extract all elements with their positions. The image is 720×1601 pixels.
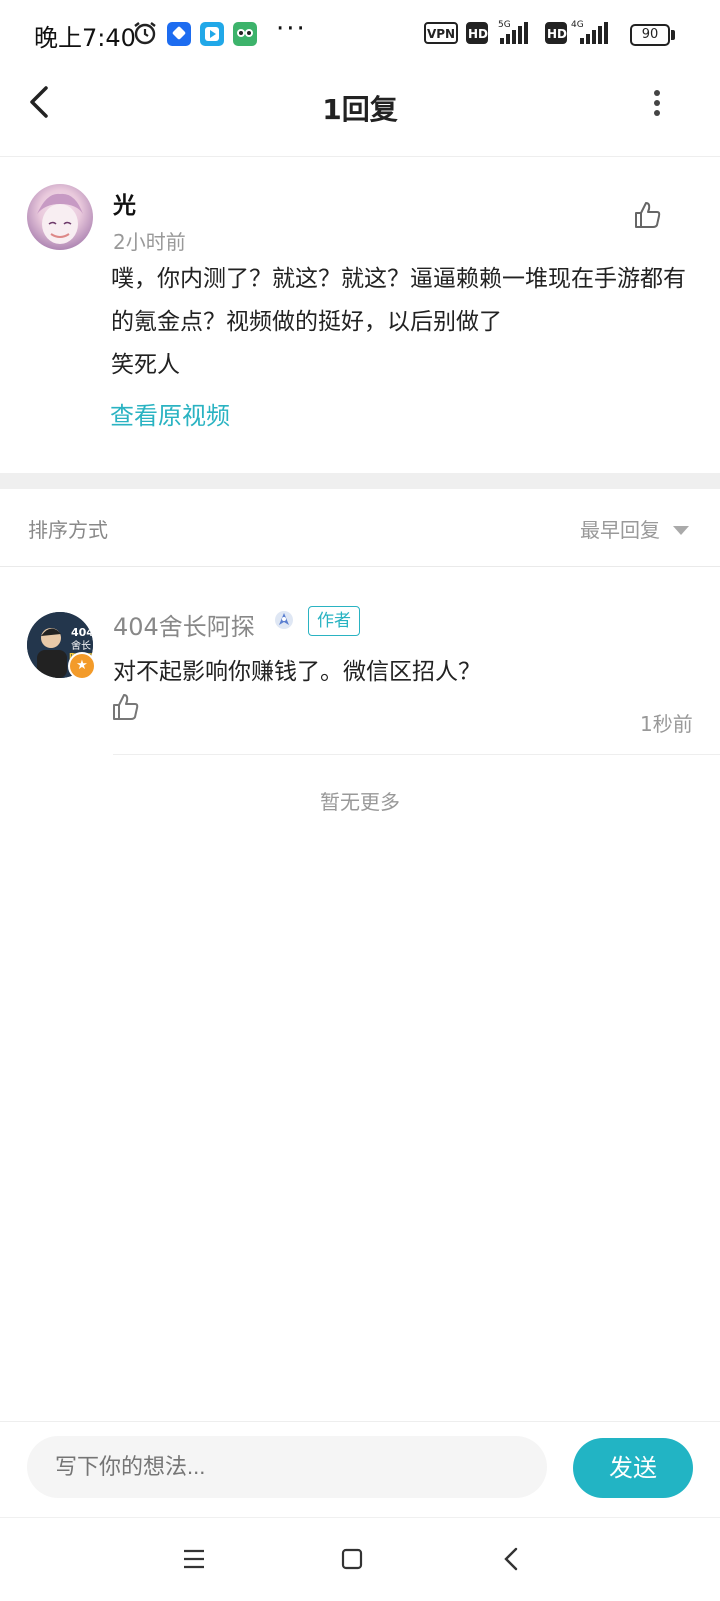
reply-time: 1秒前 bbox=[640, 712, 693, 736]
comment-text: 噗，你内测了？就这？就这？逼逼赖赖一堆现在手游都有的氪金点？视频做的挺好，以后别… bbox=[111, 258, 691, 387]
sort-selector[interactable]: 最早回复 bbox=[580, 514, 660, 543]
dropdown-arrow-icon[interactable] bbox=[673, 526, 689, 535]
hd-badge: HD bbox=[545, 22, 567, 44]
thumbs-up-icon[interactable] bbox=[110, 692, 140, 722]
back-nav-icon[interactable] bbox=[500, 1546, 524, 1572]
input-bar: 发送 bbox=[0, 1421, 720, 1518]
vpn-badge: VPN bbox=[424, 22, 458, 44]
sort-label: 排序方式 bbox=[28, 518, 108, 542]
battery-icon: 90 bbox=[630, 24, 670, 46]
reply-username[interactable]: 404舍长阿探 bbox=[113, 607, 255, 642]
verified-star-badge: ★ bbox=[68, 652, 96, 680]
system-nav-bar bbox=[0, 1517, 720, 1601]
section-divider bbox=[0, 473, 720, 489]
menu-icon[interactable] bbox=[182, 1548, 206, 1570]
svg-text:404: 404 bbox=[71, 626, 93, 639]
svg-text:舍长: 舍长 bbox=[71, 639, 91, 652]
status-bar: 晚上7:40 ··· VPN HD 5G HD 4G 90 bbox=[0, 0, 720, 70]
status-more: ··· bbox=[276, 14, 307, 44]
blue-app-icon bbox=[167, 22, 191, 46]
comment-username[interactable]: 光 bbox=[113, 186, 136, 220]
comment-time: 2小时前 bbox=[113, 230, 186, 254]
view-original-video-link[interactable]: 查看原视频 bbox=[110, 396, 230, 431]
cartoon-app-icon bbox=[233, 22, 257, 46]
send-button[interactable]: 发送 bbox=[573, 1438, 693, 1498]
reply-separator bbox=[113, 754, 720, 755]
page-title: 1回复 bbox=[322, 93, 398, 126]
avatar[interactable] bbox=[27, 184, 93, 250]
author-tag: 作者 bbox=[308, 606, 360, 636]
alarm-icon bbox=[134, 22, 156, 45]
comment-text-line: 噗，你内测了？就这？就这？逼逼赖赖一堆现在手游都有的氪金点？视频做的挺好，以后别… bbox=[111, 266, 686, 335]
hd-badge: HD bbox=[466, 22, 488, 44]
comment-text-line: 笑死人 bbox=[111, 352, 180, 378]
comment-input[interactable] bbox=[27, 1436, 547, 1498]
battery-tip bbox=[671, 30, 675, 40]
signal-icon bbox=[500, 22, 530, 46]
no-more-text: 暂无更多 bbox=[320, 790, 400, 814]
more-options-icon[interactable] bbox=[647, 88, 667, 118]
thumbs-up-icon[interactable] bbox=[632, 200, 662, 230]
signal-icon bbox=[580, 22, 610, 46]
home-icon[interactable] bbox=[340, 1547, 364, 1571]
player-app-icon bbox=[200, 22, 224, 46]
top-bar: 1回复 bbox=[0, 70, 720, 157]
reply-text: 对不起影响你赚钱了。微信区招人？ bbox=[113, 659, 481, 685]
status-time: 晚上7:40 bbox=[34, 24, 136, 52]
sort-row: 排序方式 最早回复 bbox=[0, 489, 720, 567]
rocket-emblem-icon bbox=[275, 611, 293, 629]
